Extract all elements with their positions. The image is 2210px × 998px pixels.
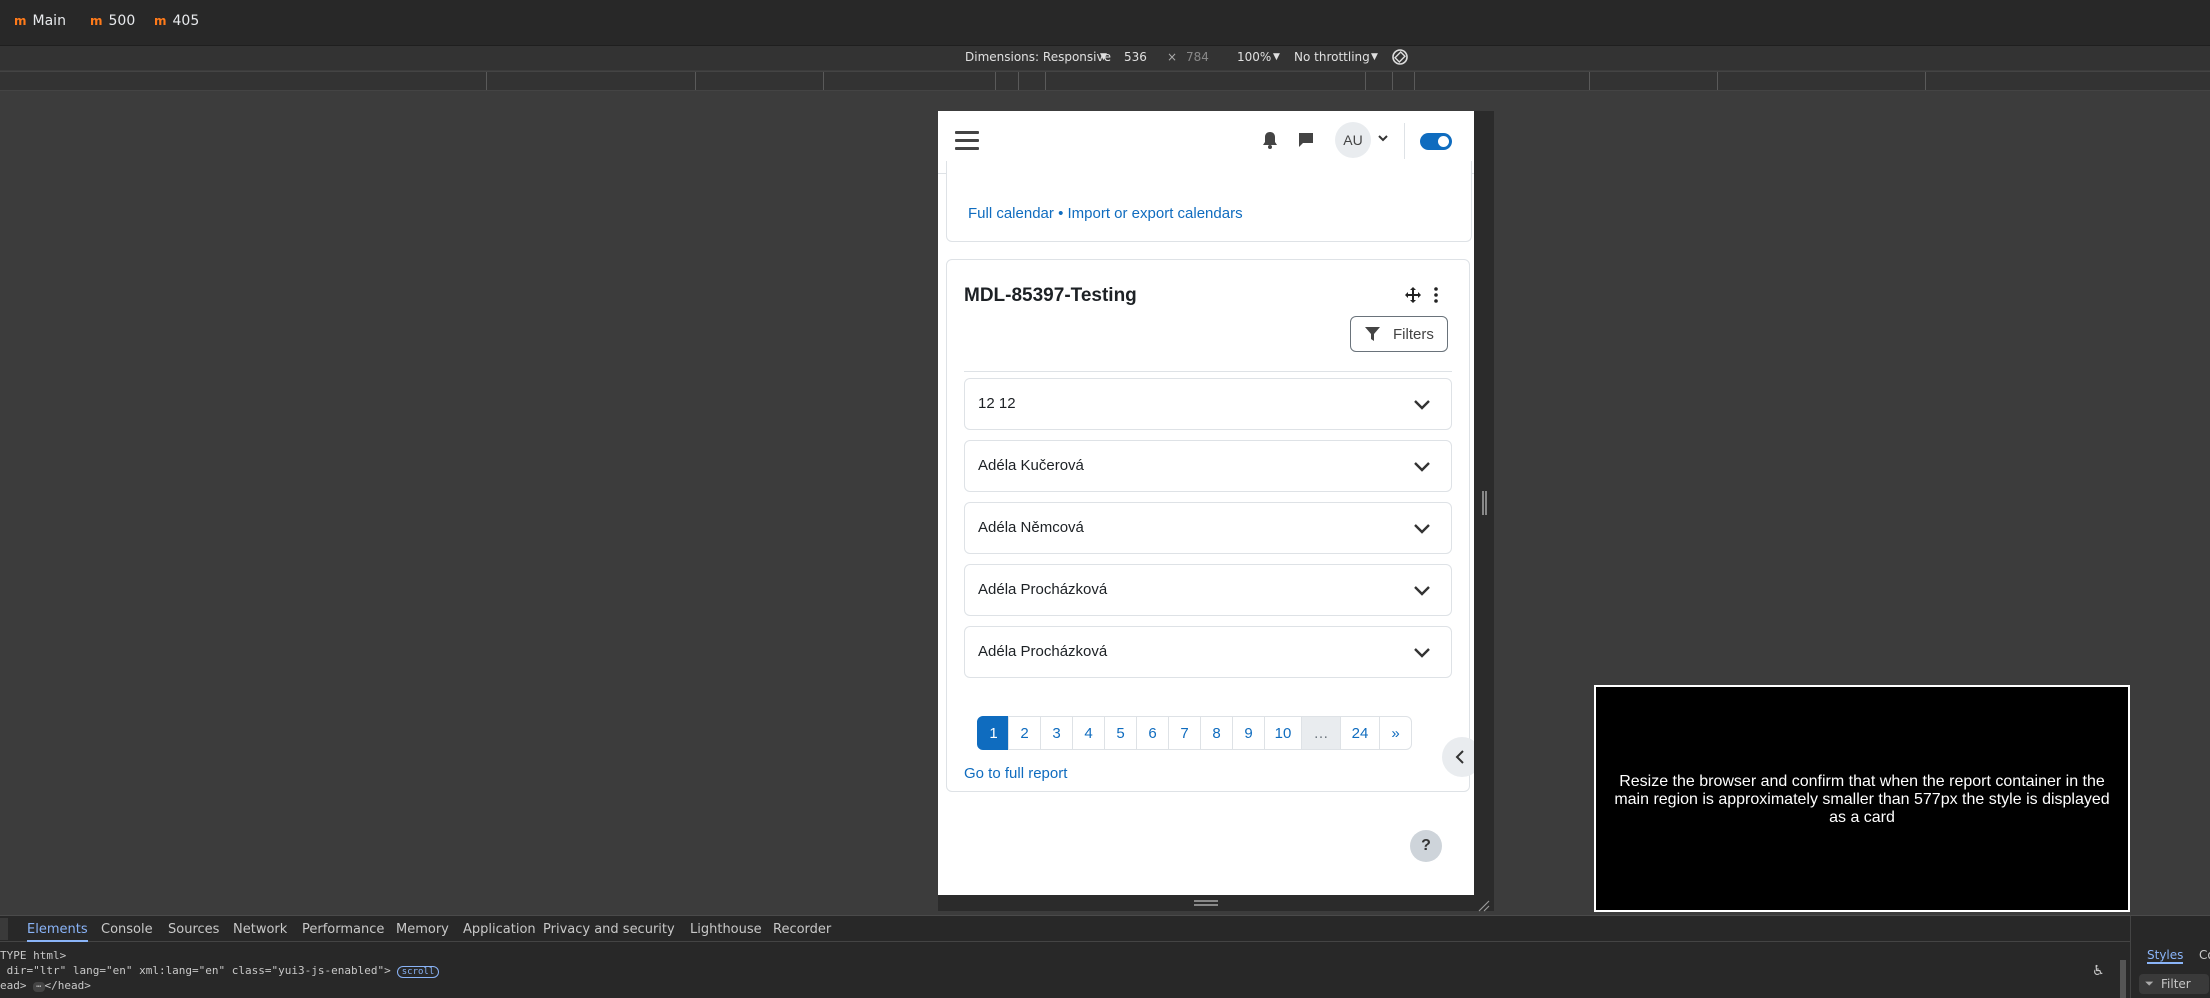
next-page-link[interactable]: » bbox=[1379, 716, 1412, 750]
devtools-tab-application[interactable]: Application bbox=[463, 922, 536, 937]
viewport-side-handle[interactable] bbox=[1474, 111, 1494, 895]
chevron-down-icon[interactable] bbox=[1377, 131, 1389, 149]
resize-corner-icon[interactable] bbox=[1478, 897, 1490, 916]
devtools-tab-recorder[interactable]: Recorder bbox=[773, 922, 831, 937]
viewport-bottom-handle[interactable] bbox=[938, 895, 1494, 912]
hamburger-menu-icon[interactable] bbox=[955, 131, 979, 150]
report-row-label: Adéla Procházková bbox=[978, 581, 1108, 598]
page-link[interactable]: 9 bbox=[1232, 716, 1265, 750]
chevron-down-icon[interactable] bbox=[1411, 517, 1433, 539]
width-input[interactable]: 536 bbox=[1124, 50, 1147, 64]
move-icon[interactable] bbox=[1405, 287, 1421, 308]
report-row-label: Adéla Kučerová bbox=[978, 457, 1084, 474]
page-link[interactable]: 4 bbox=[1072, 716, 1105, 750]
report-row-label: 12 12 bbox=[978, 395, 1016, 412]
page-link[interactable]: 2 bbox=[1008, 716, 1041, 750]
chevron-down-icon[interactable] bbox=[1411, 579, 1433, 601]
media-query-ruler[interactable] bbox=[0, 71, 2210, 91]
devtools-tab-console[interactable]: Console bbox=[101, 922, 153, 937]
report-block: MDL-85397-Testing Filters 12 12 Adéla Kuč… bbox=[946, 259, 1470, 792]
report-row[interactable]: Adéla Procházková bbox=[964, 626, 1452, 678]
block-actions-menu-icon[interactable] bbox=[1433, 287, 1439, 308]
page-link[interactable]: 8 bbox=[1200, 716, 1233, 750]
devtools-tab-memory[interactable]: Memory bbox=[396, 922, 449, 937]
report-row-label: Adéla Němcová bbox=[978, 519, 1084, 536]
instruction-overlay: Resize the browser and confirm that when… bbox=[1594, 685, 2130, 912]
times-sign: × bbox=[1167, 50, 1178, 64]
devtools-tab-lighthouse[interactable]: Lighthouse bbox=[690, 922, 762, 937]
page-link[interactable]: 1 bbox=[977, 716, 1010, 750]
report-row[interactable]: 12 12 bbox=[964, 378, 1452, 430]
code-line[interactable]: TYPE html> bbox=[0, 949, 66, 962]
page-link[interactable]: 3 bbox=[1040, 716, 1073, 750]
devtools-tab-privacy-and-security[interactable]: Privacy and security bbox=[543, 922, 675, 937]
page-link[interactable]: 24 bbox=[1340, 716, 1380, 750]
throttling-select[interactable]: No throttling bbox=[1294, 50, 1370, 64]
report-row[interactable]: Adéla Němcová bbox=[964, 502, 1452, 554]
chevron-down-icon: ▼ bbox=[1273, 52, 1280, 62]
instruction-text: Resize the browser and confirm that when… bbox=[1614, 773, 2110, 826]
devtools-tab-sources[interactable]: Sources bbox=[168, 922, 219, 937]
full-calendar-link[interactable]: Full calendar bbox=[968, 205, 1054, 222]
chevron-down-icon[interactable] bbox=[1411, 393, 1433, 415]
chevron-down-icon[interactable] bbox=[1411, 455, 1433, 477]
bookmark-500[interactable]: m 500 bbox=[90, 13, 135, 29]
inspect-icon[interactable] bbox=[0, 918, 8, 940]
devtools-panel: Elements Console Sources Network Performance… bbox=[0, 915, 2210, 998]
moodle-icon: m bbox=[90, 14, 103, 28]
devtools-tab-elements[interactable]: Elements bbox=[27, 922, 88, 942]
styles-tab[interactable]: Styles bbox=[2147, 948, 2184, 964]
filter-icon bbox=[1365, 327, 1380, 346]
rotate-icon[interactable] bbox=[1391, 48, 1409, 66]
help-button[interactable]: ? bbox=[1410, 830, 1442, 862]
accessibility-icon[interactable]: ♿ bbox=[2092, 963, 2105, 979]
scroll-badge[interactable]: scroll bbox=[396, 966, 440, 978]
drawer-toggle[interactable] bbox=[1442, 737, 1474, 777]
page-link[interactable]: 7 bbox=[1168, 716, 1201, 750]
chevron-down-icon: ▼ bbox=[1371, 52, 1378, 62]
computed-tab[interactable]: Co bbox=[2199, 948, 2210, 962]
bell-icon[interactable] bbox=[1262, 131, 1278, 154]
link-separator: • bbox=[1058, 205, 1064, 222]
report-row[interactable]: Adéla Procházková bbox=[964, 564, 1452, 616]
report-row[interactable]: Adéla Kučerová bbox=[964, 440, 1452, 492]
filters-button[interactable]: Filters bbox=[1350, 316, 1448, 352]
devtools-tabs: Elements Console Sources Network Performance… bbox=[0, 916, 2130, 942]
chevron-down-icon: ▼ bbox=[1100, 52, 1107, 62]
zoom-select[interactable]: 100% bbox=[1237, 50, 1271, 64]
pagination-ellipsis: … bbox=[1301, 716, 1341, 750]
chevron-down-icon[interactable] bbox=[1411, 641, 1433, 663]
page-link[interactable]: 5 bbox=[1104, 716, 1137, 750]
dimensions-select[interactable]: Dimensions: Responsive bbox=[965, 50, 1111, 64]
code-line[interactable]: ead> ⋯ </head> bbox=[0, 979, 91, 992]
bookmark-main[interactable]: m Main bbox=[14, 13, 66, 29]
code-line[interactable]: dir="ltr" lang="en" xml:lang="en" class=… bbox=[0, 964, 440, 978]
full-report-link[interactable]: Go to full report bbox=[964, 765, 1067, 782]
avatar[interactable]: AU bbox=[1335, 122, 1371, 158]
calendar-block: Full calendar • Import or export calenda… bbox=[946, 161, 1472, 242]
devtools-tab-performance[interactable]: Performance bbox=[302, 922, 384, 937]
messages-icon[interactable] bbox=[1298, 132, 1314, 153]
collapsed-ellipsis[interactable]: ⋯ bbox=[33, 982, 45, 992]
moodle-icon: m bbox=[14, 14, 27, 28]
import-export-link[interactable]: Import or export calendars bbox=[1068, 205, 1243, 222]
report-row-label: Adéla Procházková bbox=[978, 643, 1108, 660]
bookmark-405[interactable]: m 405 bbox=[154, 13, 199, 29]
device-toolbar: Dimensions: Responsive ▼ 536 × 784 100% … bbox=[0, 46, 2210, 70]
styles-pane: Styles Co ⏷ Filter bbox=[2130, 916, 2210, 998]
block-title: MDL-85397-Testing bbox=[964, 285, 1137, 306]
filter-icon: ⏷ bbox=[2145, 977, 2154, 990]
moodle-icon: m bbox=[154, 14, 167, 28]
devtools-tab-network[interactable]: Network bbox=[233, 922, 287, 937]
page-link[interactable]: 10 bbox=[1264, 716, 1302, 750]
styles-filter-input[interactable]: ⏷ Filter bbox=[2139, 974, 2209, 994]
height-input[interactable]: 784 bbox=[1186, 50, 1209, 64]
page-link[interactable]: 6 bbox=[1136, 716, 1169, 750]
chevron-left-icon bbox=[1454, 750, 1466, 769]
scrollbar[interactable] bbox=[2120, 960, 2126, 998]
edit-mode-toggle[interactable] bbox=[1420, 133, 1452, 150]
browser-bookmarks-bar: m Main m 500 m 405 bbox=[0, 0, 2210, 46]
emulated-viewport: AU Full calendar • Import or export cale… bbox=[938, 111, 1474, 895]
